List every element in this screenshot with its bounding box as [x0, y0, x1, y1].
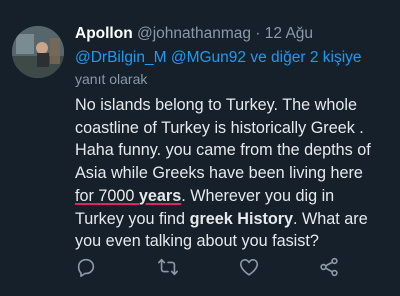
reply-to-line: @DrBilgin_M @MGun92 ve diğer 2 kişiye — [75, 48, 362, 68]
like-button[interactable] — [238, 256, 260, 278]
header-separator: · — [255, 25, 261, 42]
bold-text: greek History — [189, 209, 294, 228]
author-handle[interactable]: @johnathanmag — [137, 25, 251, 42]
reply-suffix: yanıt olarak — [75, 71, 148, 87]
retweet-icon — [158, 258, 178, 276]
mention-link[interactable]: @MGun92 — [171, 49, 246, 66]
reply-icon — [77, 258, 95, 277]
tweet-text-line: Haha funny. you came from the depths of — [75, 141, 371, 160]
text-fragment: Turkey you find — [75, 209, 190, 228]
tweet-text-line: for 7000 years. Wherever you dig in — [75, 185, 393, 208]
like-icon — [239, 259, 259, 276]
tweet-text: No islands belong to Turkey. The whole c… — [75, 94, 393, 253]
avatar-photo-icon — [12, 26, 64, 78]
reply-connector: ve — [250, 49, 267, 66]
tweet-header: Apollon @johnathanmag · 12 Ağu — [75, 24, 313, 44]
reply-others-link[interactable]: diğer 2 kişiye — [271, 49, 361, 66]
share-button[interactable] — [318, 256, 340, 278]
tweet-text-line: No islands belong to Turkey. The whole — [75, 96, 357, 114]
author-name[interactable]: Apollon — [75, 25, 133, 42]
mention-link[interactable]: @DrBilgin_M — [75, 49, 167, 66]
text-fragment: . What are — [293, 209, 368, 228]
tweet-actions — [75, 256, 365, 280]
bold-text: years — [138, 186, 182, 205]
avatar[interactable] — [12, 26, 64, 78]
share-icon — [320, 257, 338, 277]
tweet-text-line: Asia while Greeks have been living here — [75, 164, 363, 183]
retweet-button[interactable] — [157, 256, 179, 278]
text-fragment: . Wherever you dig in — [181, 186, 335, 205]
tweet-text-line: you even talking about you fasist? — [75, 232, 319, 251]
tweet-text-line: Turkey you find greek History. What are — [75, 208, 393, 231]
reply-button[interactable] — [75, 256, 97, 278]
tweet-text-line: coastline of Turkey is historically Gree… — [75, 118, 364, 137]
underlined-text: for 7000 years — [75, 187, 181, 205]
text-fragment: for 7000 — [75, 186, 139, 205]
tweet-date[interactable]: 12 Ağu — [265, 25, 313, 42]
